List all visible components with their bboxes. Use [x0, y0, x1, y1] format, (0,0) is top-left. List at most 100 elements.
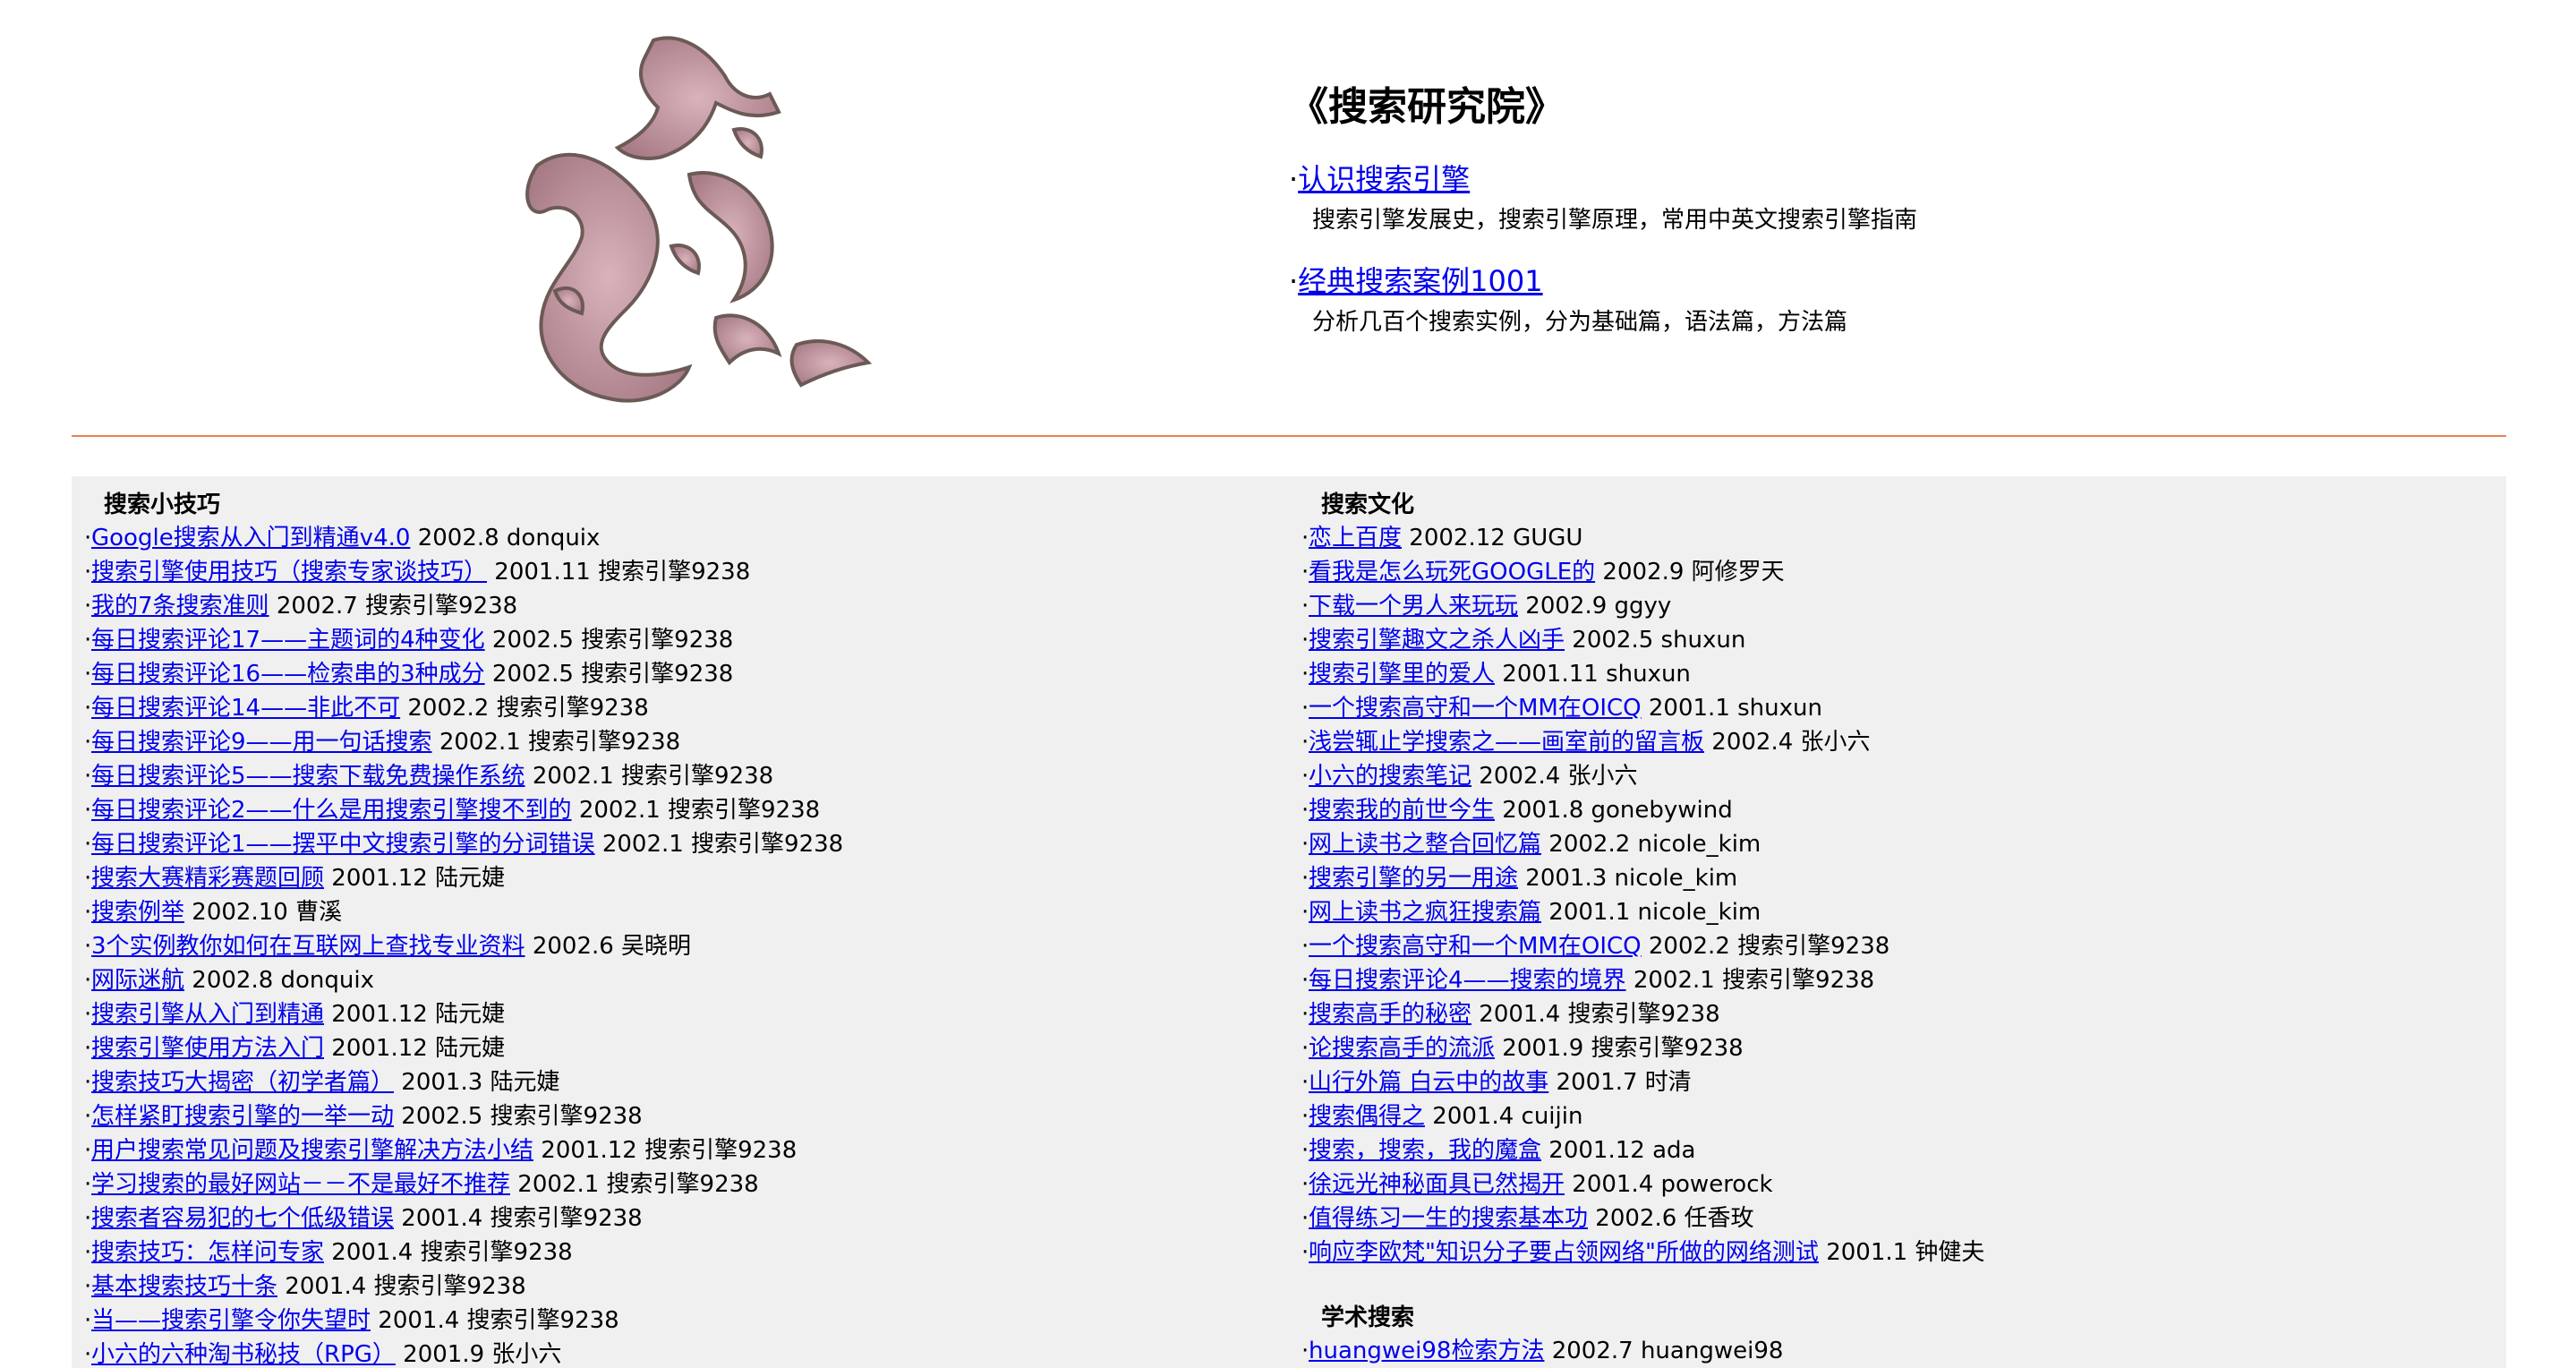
bullet-dot: · [1301, 831, 1309, 858]
article-link[interactable]: 响应李欧梵"知识分子要占领网络"所做的网络测试 [1309, 1239, 1819, 1266]
article-link[interactable]: 小六的搜索笔记 [1309, 763, 1471, 790]
article-meta: 2002.4 张小六 [1479, 763, 1638, 790]
article-link[interactable]: 搜索技巧：怎样问专家 [91, 1239, 324, 1266]
bullet-dot: · [84, 729, 92, 756]
article-link[interactable]: 一个搜索高守和一个MM在OICQ [1309, 695, 1642, 722]
article-link[interactable]: 搜索大赛精彩赛题回顾 [91, 865, 324, 892]
article-meta: 2002.2 搜索引擎9238 [407, 695, 649, 722]
article-link[interactable]: 3个实例教你如何在互联网上查找专业资料 [91, 933, 525, 960]
article-meta: 2001.4 搜索引擎9238 [1479, 1001, 1720, 1028]
article-link[interactable]: Google搜索从入门到精通v4.0 [91, 525, 410, 551]
bullet-dot: · [84, 831, 92, 858]
bullet-dot: · [1301, 967, 1309, 994]
list-item: ·浅尝辄止学搜索之——画室前的留言板 2002.4 张小六 [1301, 725, 2501, 759]
article-link[interactable]: 每日搜索评论5——搜索下载免费操作系统 [91, 763, 525, 790]
article-meta: 2002.1 搜索引擎9238 [601, 831, 844, 858]
content-panel: 搜索小技巧 ·Google搜索从入门到精通v4.0 2002.8 donquix… [72, 476, 2506, 1368]
list-item: ·网上读书之整合回忆篇 2002.2 nicole_kim [1301, 827, 2501, 861]
article-link[interactable]: 学习搜索的最好网站－－不是最好不推荐 [91, 1171, 510, 1198]
bullet-dot: · [1289, 162, 1299, 196]
article-link[interactable]: 网际迷航 [91, 967, 184, 994]
article-link[interactable]: 山行外篇 白云中的故事 [1309, 1069, 1548, 1096]
article-link[interactable]: 一个搜索高守和一个MM在OICQ [1309, 933, 1642, 960]
article-link[interactable]: 每日搜索评论17——主题词的4种变化 [91, 627, 485, 654]
bullet-dot: · [84, 695, 92, 722]
article-meta: 2002.6 任香玫 [1595, 1205, 1754, 1232]
article-link[interactable]: 用户搜索常见问题及搜索引擎解决方法小结 [91, 1137, 533, 1164]
bullet-dot: · [1301, 933, 1309, 960]
header-info: 《搜索研究院》 ·认识搜索引擎 搜索引擎发展史，搜索引擎原理，常用中英文搜索引擎… [1289, 88, 2363, 365]
list-item: ·每日搜索评论2——什么是用搜索引擎搜不到的 2002.1 搜索引擎9238 [84, 793, 1284, 827]
article-link[interactable]: 搜索引擎使用技巧（搜索专家谈技巧） [91, 559, 487, 586]
bullet-dot: · [84, 899, 92, 926]
dragon-logo [525, 36, 873, 403]
article-meta: 2001.8 gonebywind [1502, 797, 1733, 824]
article-meta: 2001.3 陆元婕 [401, 1069, 560, 1096]
article-link[interactable]: 每日搜索评论14——非此不可 [91, 695, 400, 722]
list-item: ·小六的搜索笔记 2002.4 张小六 [1301, 759, 2501, 793]
list-item: ·一个搜索高守和一个MM在OICQ 2001.1 shuxun [1301, 691, 2501, 725]
article-meta: 2002.10 曹溪 [192, 899, 343, 926]
bullet-dot: · [1301, 1035, 1309, 1062]
article-link[interactable]: 小六的六种淘书秘技（RPG） [91, 1341, 396, 1368]
article-link[interactable]: 网上读书之疯狂搜索篇 [1309, 899, 1541, 926]
article-link[interactable]: 基本搜索技巧十条 [91, 1273, 277, 1300]
tips-list: ·Google搜索从入门到精通v4.0 2002.8 donquix ·搜索引擎使… [84, 521, 1284, 1368]
article-link[interactable]: huangwei98检索方法 [1309, 1338, 1544, 1364]
article-meta: 2001.4 搜索引擎9238 [401, 1205, 643, 1232]
intro-block: ·经典搜索案例1001 分析几百个搜索实例，分为基础篇，语法篇，方法篇 [1289, 263, 2363, 338]
article-link[interactable]: 搜索引擎趣文之杀人凶手 [1309, 627, 1565, 654]
list-item: ·搜索，搜索，我的魔盒 2001.12 ada [1301, 1133, 2501, 1167]
bullet-dot: · [1301, 1205, 1309, 1232]
article-link[interactable]: 我的7条搜索准则 [91, 593, 269, 620]
article-meta: 2002.9 ggyy [1525, 593, 1672, 620]
bullet-dot: · [84, 1307, 92, 1334]
article-link[interactable]: 搜索我的前世今生 [1309, 797, 1495, 824]
article-link[interactable]: 搜索技巧大揭密（初学者篇） [91, 1069, 394, 1096]
article-link[interactable]: 搜索者容易犯的七个低级错误 [91, 1205, 394, 1232]
article-link[interactable]: 每日搜索评论1——摆平中文搜索引擎的分词错误 [91, 831, 595, 858]
article-link[interactable]: 搜索引擎使用方法入门 [91, 1035, 324, 1062]
intro-link-classic-cases[interactable]: 经典搜索案例1001 [1298, 264, 1542, 298]
article-meta: 2002.9 阿修罗天 [1602, 559, 1785, 586]
article-link[interactable]: 每日搜索评论9——用一句话搜索 [91, 729, 432, 756]
article-link[interactable]: 下载一个男人来玩玩 [1309, 593, 1518, 620]
article-link[interactable]: 搜索例举 [91, 899, 184, 926]
article-link[interactable]: 搜索引擎从入门到精通 [91, 1001, 324, 1028]
article-link[interactable]: 浅尝辄止学搜索之——画室前的留言板 [1309, 729, 1704, 756]
article-link[interactable]: 网上读书之整合回忆篇 [1309, 831, 1541, 858]
article-link[interactable]: 徐远光神秘面具已然揭开 [1309, 1171, 1565, 1198]
article-link[interactable]: 当——搜索引擎令你失望时 [91, 1307, 371, 1334]
article-meta: 2001.9 张小六 [403, 1341, 562, 1368]
list-item: ·搜索例举 2002.10 曹溪 [84, 895, 1284, 929]
article-link[interactable]: 看我是怎么玩死GOOGLE的 [1309, 559, 1595, 586]
bullet-dot: · [1301, 865, 1309, 892]
article-link[interactable]: 搜索偶得之 [1309, 1103, 1425, 1130]
bullet-dot: · [84, 763, 92, 790]
article-link[interactable]: 值得练习一生的搜索基本功 [1309, 1205, 1588, 1232]
list-item: ·我的7条搜索准则 2002.7 搜索引擎9238 [84, 589, 1284, 623]
list-item: ·每日搜索评论1——摆平中文搜索引擎的分词错误 2002.1 搜索引擎9238 [84, 827, 1284, 861]
article-link[interactable]: 搜索引擎里的爱人 [1309, 661, 1495, 688]
list-item: ·搜索技巧大揭密（初学者篇） 2001.3 陆元婕 [84, 1065, 1284, 1099]
list-item: ·恋上百度 2002.12 GUGU [1301, 521, 2501, 555]
article-meta: 2001.12 ada [1548, 1137, 1696, 1164]
list-item: ·看我是怎么玩死GOOGLE的 2002.9 阿修罗天 [1301, 555, 2501, 589]
article-link[interactable]: 每日搜索评论4——搜索的境界 [1309, 967, 1626, 994]
article-link[interactable]: 搜索高手的秘密 [1309, 1001, 1471, 1028]
article-link[interactable]: 论搜索高手的流派 [1309, 1035, 1495, 1062]
bullet-dot: · [84, 1035, 92, 1062]
article-link[interactable]: 每日搜索评论2——什么是用搜索引擎搜不到的 [91, 797, 572, 824]
bullet-dot: · [1301, 627, 1309, 654]
bullet-dot: · [84, 1171, 92, 1198]
article-link[interactable]: 怎样紧盯搜索引擎的一举一动 [91, 1103, 394, 1130]
article-link[interactable]: 每日搜索评论16——检索串的3种成分 [91, 661, 485, 688]
divider [72, 435, 2506, 437]
article-meta: 2001.4 cuijin [1432, 1103, 1583, 1130]
article-link[interactable]: 搜索引擎的另一用途 [1309, 865, 1518, 892]
article-meta: 2002.7 搜索引擎9238 [276, 593, 518, 620]
article-link[interactable]: 搜索，搜索，我的魔盒 [1309, 1137, 1541, 1164]
article-link[interactable]: 恋上百度 [1309, 525, 1402, 551]
article-meta: 2001.9 搜索引擎9238 [1502, 1035, 1744, 1062]
intro-link-know-engines[interactable]: 认识搜索引擎 [1298, 162, 1470, 196]
